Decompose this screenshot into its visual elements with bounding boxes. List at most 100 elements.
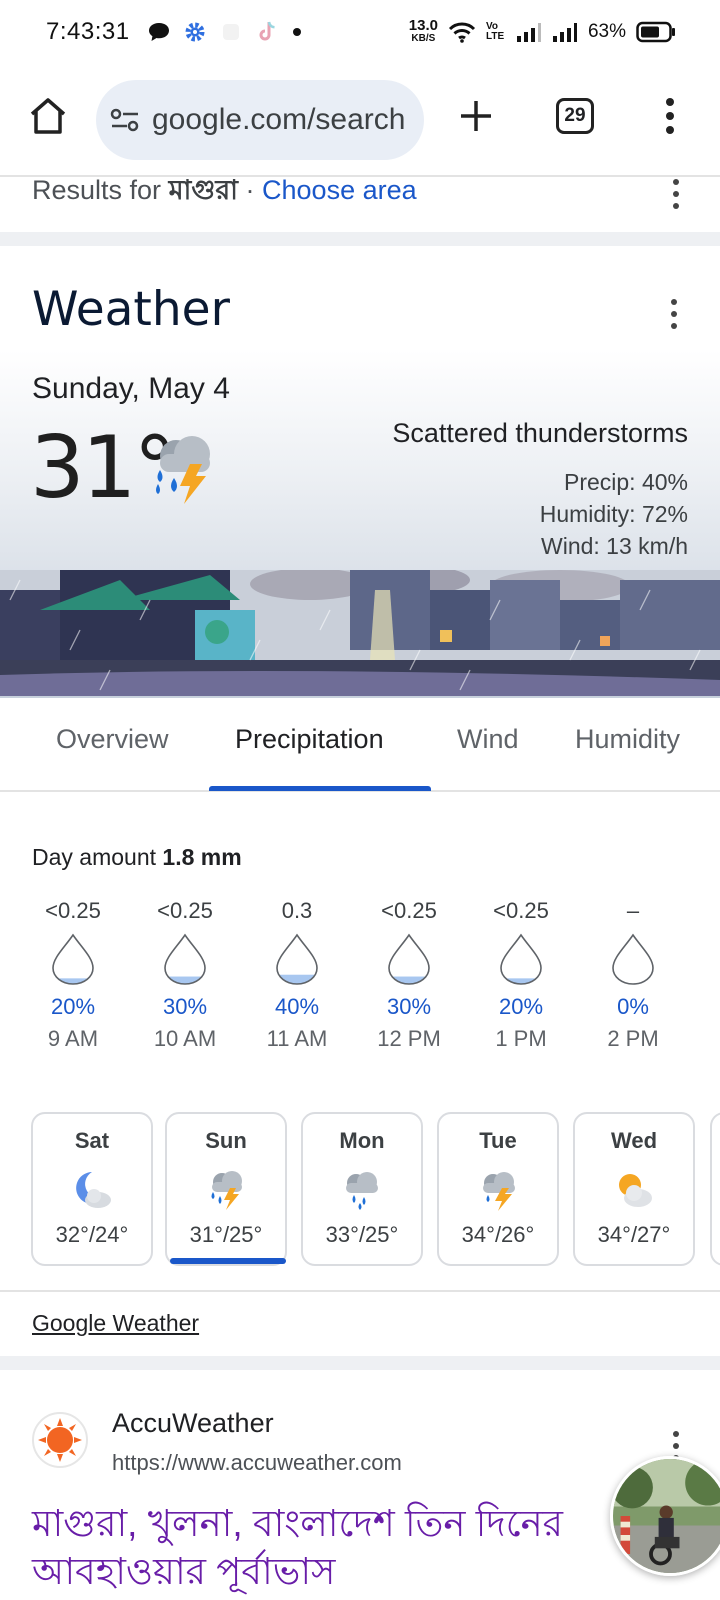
hour-amount: <0.25 (157, 898, 213, 923)
raindrop-icon (164, 933, 206, 985)
hour-amount: <0.25 (381, 898, 437, 923)
hour-column: <0.25 30% 10 AM (129, 898, 241, 1052)
day-card-wed[interactable]: Wed 34°/27° (573, 1112, 695, 1266)
hour-time: 10 AM (153, 1026, 217, 1051)
active-tab-indicator (209, 786, 431, 791)
day-card-partial[interactable] (710, 1112, 720, 1266)
hour-column: <0.25 20% 1 PM (465, 898, 577, 1052)
network-speed: 13.0 KB/S (408, 17, 438, 45)
status-right: 13.0 KB/S Vo LTE 63% (408, 17, 676, 45)
weather-title: Weather (32, 282, 230, 337)
raindrop-icon (276, 933, 318, 985)
day-card-tue[interactable]: Tue 34°/26° (437, 1112, 559, 1266)
tab-switcher-button[interactable]: 29 (556, 98, 594, 134)
volte-label: Vo LTE (485, 21, 505, 42)
chat-bubble-icon (148, 23, 169, 41)
dot-icon (292, 28, 301, 36)
humidity-stat: Humidity: 72% (539, 501, 688, 527)
weather-condition: Scattered thunderstorms (392, 418, 688, 448)
result-site-name[interactable]: AccuWeather (112, 1408, 274, 1439)
results-for-line: Results for মাগুরা · Choose area (32, 170, 417, 215)
speed-unit: KB/S (411, 33, 436, 44)
hour-amount: <0.25 (493, 898, 549, 923)
tab-overview[interactable]: Overview (56, 724, 169, 755)
hour-percent: 40% (274, 994, 320, 1019)
status-time: 7:43:31 (46, 18, 130, 45)
day-amount-value: 1.8 mm (162, 844, 242, 870)
speed-value: 13.0 (408, 17, 438, 34)
url-bar[interactable]: google.com/search (96, 80, 424, 160)
status-bar: 7:43:31 13.0 KB/S Vo LTE 63% (0, 0, 720, 64)
section-separator (0, 1356, 720, 1370)
day-temps: 31°/25° (189, 1222, 263, 1247)
precip-stat: Precip: 40% (563, 469, 688, 495)
result-heading-link[interactable]: মাগুরা, খুলনা, বাংলাদেশ তিন দিনের আবহাওয… (32, 1500, 652, 1596)
choose-area-link[interactable]: Choose area (262, 175, 417, 205)
results-separator: · (238, 175, 263, 205)
sun-logo-icon (38, 1418, 82, 1462)
browser-menu-icon[interactable] (660, 94, 680, 138)
rain-showers-icon (346, 1172, 378, 1210)
hour-time: 1 PM (495, 1026, 547, 1051)
raindrop-icon (388, 933, 430, 985)
hour-column: – 0% 2 PM (577, 898, 689, 1052)
raindrop-fill (53, 978, 93, 984)
battery-percent: 63% (587, 21, 626, 42)
day-name: Sat (74, 1128, 110, 1153)
floating-video-bubble[interactable] (610, 1456, 720, 1576)
hour-percent: 0% (617, 994, 649, 1019)
thunderstorm-rain-icon (211, 1171, 242, 1210)
partly-cloudy-night-icon (76, 1172, 111, 1208)
hour-time: 11 AM (266, 1026, 328, 1051)
day-card-mon[interactable]: Mon 33°/25° (301, 1112, 423, 1266)
signal-icon-1 (516, 23, 541, 42)
day-temps: 34°/27° (597, 1222, 671, 1247)
result-url[interactable]: https://www.accuweather.com (112, 1450, 402, 1476)
tab-humidity[interactable]: Humidity (575, 724, 680, 755)
home-icon[interactable] (26, 94, 70, 138)
day-name: Tue (479, 1128, 517, 1153)
weather-more-icon[interactable] (664, 296, 684, 332)
day-amount: Day amount 1.8 mm (32, 844, 242, 871)
hour-column: <0.25 30% 12 PM (353, 898, 465, 1052)
url-text: google.com/search (152, 103, 406, 136)
tab-count: 29 (564, 105, 586, 126)
battery-icon (636, 21, 675, 43)
hour-amount: <0.25 (45, 898, 101, 923)
selected-day-indicator (170, 1258, 286, 1264)
new-tab-icon[interactable] (456, 96, 496, 136)
results-more-icon[interactable] (666, 176, 686, 212)
signal-icon-2 (552, 23, 577, 42)
raindrop-icon (52, 933, 94, 985)
results-for-prefix: Results for (32, 175, 162, 205)
day-name: Wed (610, 1128, 658, 1153)
hour-column: 0.3 40% 11 AM (241, 898, 353, 1052)
raindrop-fill (277, 974, 317, 984)
hour-time: 12 PM (377, 1026, 441, 1051)
accuweather-logo[interactable] (32, 1412, 88, 1468)
settings-gear-icon (185, 22, 205, 42)
day-name: Sun (205, 1128, 247, 1153)
google-weather-link[interactable]: Google Weather (32, 1310, 199, 1337)
day-card-sun[interactable]: Sun 31°/25° (165, 1112, 287, 1266)
day-amount-label: Day amount (32, 844, 157, 870)
raindrop-fill (501, 978, 541, 984)
thunderstorm-rain-icon (156, 436, 210, 504)
thunderstorm-icon (483, 1172, 515, 1211)
tab-precipitation[interactable]: Precipitation (235, 724, 384, 755)
day-card-sat[interactable]: Sat 32°/24° (31, 1112, 153, 1266)
hour-percent: 30% (386, 994, 432, 1019)
hour-column: <0.25 20% 9 AM (17, 898, 129, 1052)
weather-date: Sunday, May 4 (32, 372, 230, 405)
hour-percent: 20% (50, 994, 96, 1019)
day-temps: 32°/24° (55, 1222, 129, 1247)
weather-stats: Precip: 40% Humidity: 72% Wind: 13 km/h (540, 466, 688, 562)
tiktok-icon (259, 21, 275, 41)
weather-footer-divider (0, 1290, 720, 1292)
weather-tabs: Overview Precipitation Wind Humidity (0, 698, 720, 792)
site-settings-icon[interactable] (110, 107, 140, 133)
raindrop-icon (612, 933, 654, 985)
partly-cloudy-icon (619, 1174, 652, 1207)
tab-wind[interactable]: Wind (457, 724, 519, 755)
hour-percent: 20% (498, 994, 544, 1019)
